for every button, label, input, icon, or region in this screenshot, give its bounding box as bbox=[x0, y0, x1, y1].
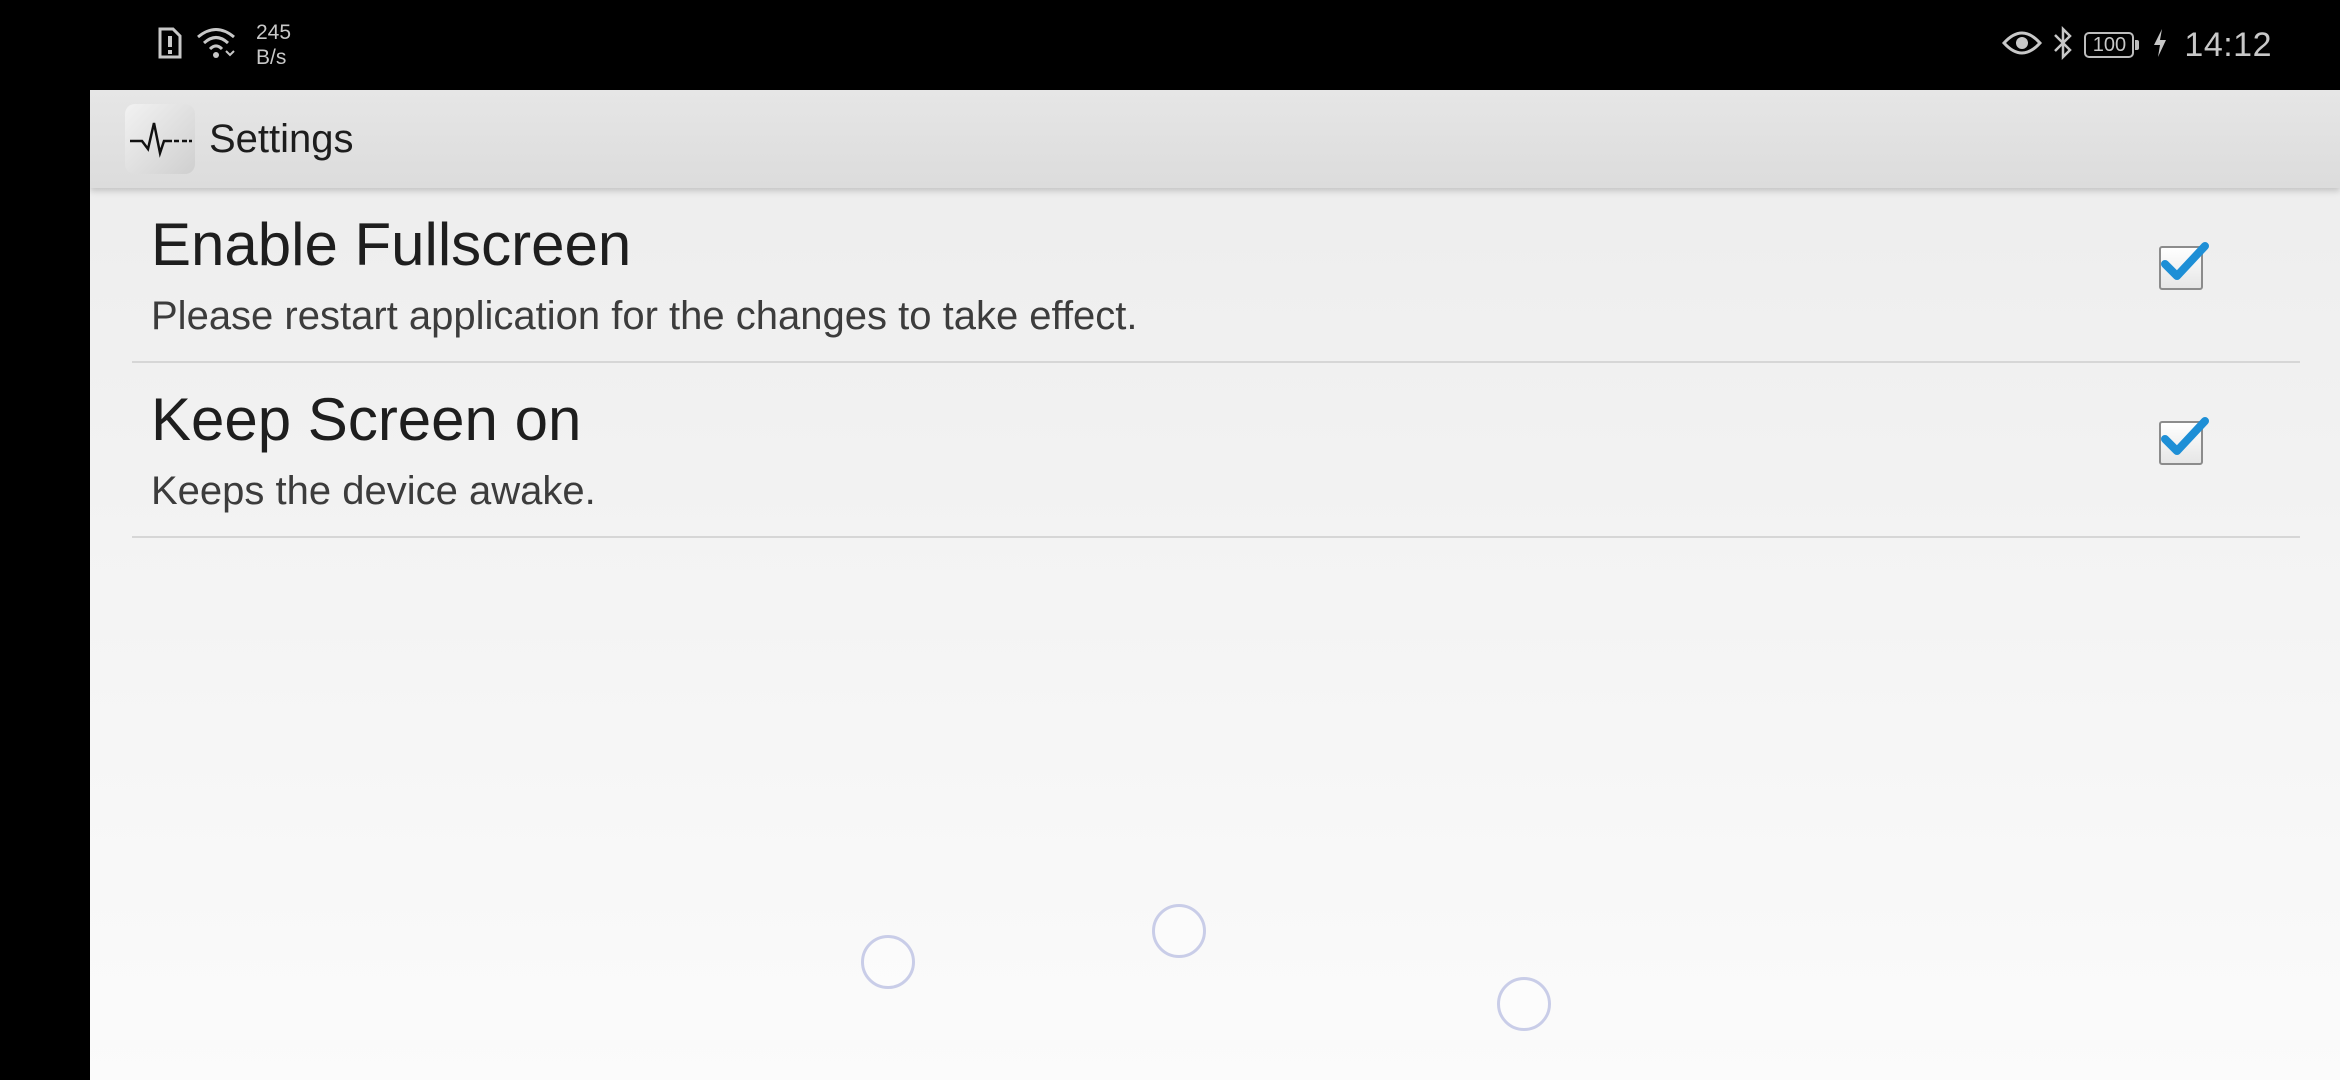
network-speed-value: 245 bbox=[256, 21, 292, 44]
settings-screen: Settings Enable Fullscreen Please restar… bbox=[90, 90, 2340, 1080]
bluetooth-icon bbox=[2052, 25, 2074, 65]
pref-summary: Keeps the device awake. bbox=[151, 469, 596, 513]
charging-icon bbox=[2152, 28, 2168, 63]
pref-keep-screen-on[interactable]: Keep Screen on Keeps the device awake. bbox=[90, 363, 2340, 538]
checkmark-icon bbox=[2161, 417, 2209, 455]
clock: 14:12 bbox=[2184, 25, 2272, 64]
network-speed-unit: B/s bbox=[256, 46, 287, 69]
eye-icon bbox=[2002, 29, 2043, 62]
touch-indicator bbox=[1152, 904, 1206, 958]
divider bbox=[132, 536, 2300, 538]
pref-title: Enable Fullscreen bbox=[151, 211, 632, 278]
battery-icon: 100 bbox=[2084, 32, 2140, 58]
status-bar: 245 B/s 100 14:12 bbox=[0, 0, 2340, 90]
pref-enable-fullscreen[interactable]: Enable Fullscreen Please restart applica… bbox=[90, 188, 2340, 363]
touch-indicator bbox=[1497, 977, 1551, 1031]
touch-indicator bbox=[861, 935, 915, 989]
fullscreen-checkbox[interactable] bbox=[2159, 242, 2209, 290]
pref-title: Keep Screen on bbox=[151, 386, 582, 453]
app-bar: Settings bbox=[90, 90, 2340, 188]
status-bar-right: 100 14:12 bbox=[2002, 18, 2272, 72]
pref-summary: Please restart application for the chang… bbox=[151, 294, 1138, 338]
app-waveform-icon bbox=[125, 104, 195, 174]
wifi-icon bbox=[196, 26, 236, 65]
network-speed: 245 B/s bbox=[256, 20, 291, 70]
sim-alert-icon bbox=[156, 27, 182, 64]
status-bar-left: 245 B/s bbox=[156, 18, 291, 72]
battery-level: 100 bbox=[2092, 34, 2127, 56]
page-title: Settings bbox=[209, 116, 354, 161]
keep-screen-on-checkbox[interactable] bbox=[2159, 417, 2209, 465]
checkmark-icon bbox=[2161, 242, 2209, 280]
preference-list: Enable Fullscreen Please restart applica… bbox=[90, 188, 2340, 538]
